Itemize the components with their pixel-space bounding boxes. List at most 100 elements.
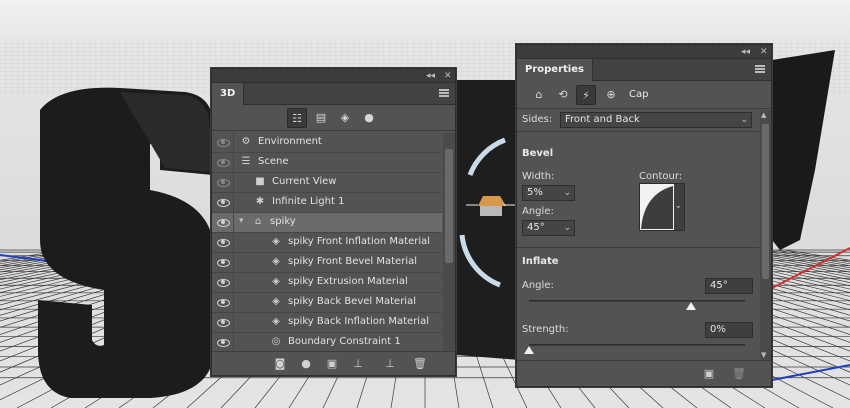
inflate-angle-value: 45° — [710, 280, 728, 291]
bevel-title: Bevel — [522, 148, 554, 159]
visibility-eye-icon[interactable] — [212, 253, 234, 272]
filter-bar: ☷ ▤ ◈ ● — [212, 105, 455, 131]
bevel-width-field[interactable]: 5% ⌄ — [522, 185, 575, 201]
collapse-icon[interactable]: ◂◂ — [741, 46, 750, 58]
scrollbar-thumb[interactable] — [445, 149, 453, 263]
material-icon: ◈ — [272, 256, 280, 267]
visibility-eye-icon[interactable] — [212, 273, 234, 292]
scene-row[interactable]: ◈ spiky Extrusion Material — [212, 273, 442, 293]
scene-row-label: spiky Extrusion Material — [288, 276, 408, 287]
inflate-strength-value: 0% — [710, 324, 726, 335]
panel-3d-titlebar: ◂◂ ✕ — [212, 69, 455, 83]
material-filter-icon[interactable]: ◈ — [335, 108, 355, 128]
chevron-down-icon: ⌄ — [674, 201, 682, 211]
constraint-icon: ◎ — [271, 336, 281, 347]
contour-curve-icon — [641, 186, 673, 229]
scene-row-label: Current View — [272, 176, 337, 187]
contour-preview — [640, 184, 674, 230]
sides-value: Front and Back — [565, 114, 640, 125]
scene-list-scrollbar[interactable] — [443, 133, 455, 351]
inflate-angle-slider-thumb[interactable] — [686, 302, 696, 310]
chevron-down-icon[interactable]: ▾ — [239, 216, 244, 226]
scene-row-label: spiky Back Bevel Material — [288, 296, 416, 307]
render-icon[interactable]: ▣ — [701, 366, 717, 382]
visibility-eye-icon[interactable] — [212, 333, 234, 351]
collapse-icon[interactable]: ◂◂ — [426, 70, 435, 82]
trash-icon[interactable]: 🗑 — [731, 366, 747, 382]
scene-row-label: spiky Front Inflation Material — [288, 236, 431, 247]
deform-mode-icon[interactable]: ⟲ — [553, 85, 573, 105]
coordinates-mode-icon[interactable]: ⊕ — [601, 85, 621, 105]
tab-3d[interactable]: 3D — [212, 83, 245, 105]
scene-row-label: spiky Back Inflation Material — [288, 316, 429, 327]
visibility-eye-icon[interactable] — [212, 293, 234, 312]
render-icon[interactable]: ▣ — [324, 356, 340, 372]
trash-icon[interactable]: 🗑 — [412, 356, 428, 372]
tab-properties[interactable]: Properties — [517, 59, 593, 81]
inflate-strength-slider-thumb[interactable] — [524, 346, 534, 354]
mesh-filter-icon[interactable]: ▤ — [311, 108, 331, 128]
3d-panel: ◂◂ ✕ 3D ☷ ▤ ◈ ● ⚙ Environment ☰ Scene ■ Curre… — [211, 68, 456, 376]
scene-row[interactable]: ✱ Infinite Light 1 — [212, 193, 442, 213]
inflate-strength-input[interactable]: 0% — [705, 322, 753, 338]
close-icon[interactable]: ✕ — [444, 70, 452, 82]
environment-icon: ⚙ — [241, 136, 251, 147]
visibility-eye-icon[interactable] — [212, 133, 234, 152]
drop-to-plane-icon[interactable]: ⊥ — [382, 356, 398, 372]
scroll-down-icon[interactable]: ▼ — [761, 351, 766, 359]
bevel-angle-label: Angle: — [522, 206, 554, 217]
scene-row[interactable]: ⚙ Environment — [212, 133, 442, 153]
visibility-eye-icon[interactable] — [212, 313, 234, 332]
light-filter-icon[interactable]: ● — [359, 108, 379, 128]
material-icon: ◈ — [272, 236, 280, 247]
scrollbar-thumb[interactable] — [762, 124, 769, 279]
properties-panel: ◂◂ ✕ Properties ⌂ ⟲ ⚡ ⊕ Cap Sides: Front… — [516, 44, 772, 387]
material-icon: ◈ — [272, 316, 280, 327]
properties-footer: ▣ 🗑 — [517, 360, 771, 386]
scene-layer-list[interactable]: ⚙ Environment ☰ Scene ■ Current View ✱ Infinite… — [212, 133, 442, 351]
cap-mode-icon[interactable]: ⚡ — [576, 85, 596, 105]
scene-row-label: Scene — [258, 156, 289, 167]
panel-menu-icon[interactable] — [755, 65, 765, 73]
scroll-up-icon[interactable]: ▲ — [761, 111, 766, 119]
scene-filter-icon[interactable]: ☷ — [287, 108, 307, 128]
inflate-strength-label: Strength: — [522, 324, 569, 335]
inflate-angle-slider[interactable] — [529, 300, 745, 302]
inflate-strength-slider[interactable] — [529, 344, 745, 346]
panel-3d-tabbar: 3D — [212, 83, 455, 105]
panel-menu-icon[interactable] — [439, 89, 449, 97]
visibility-eye-icon[interactable] — [212, 153, 234, 172]
light-add-icon[interactable]: ◙ — [272, 356, 288, 372]
close-icon[interactable]: ✕ — [760, 46, 768, 58]
visibility-eye-icon[interactable] — [212, 213, 234, 232]
properties-scrollbar[interactable]: ▲ ▼ — [760, 110, 771, 360]
sides-dropdown[interactable]: Front and Back ⌄ — [560, 112, 752, 128]
mesh-mode-icon[interactable]: ⌂ — [529, 85, 549, 105]
scene-row[interactable]: ▾ ⌂ spiky — [212, 213, 442, 233]
bevel-angle-field[interactable]: 45° ⌄ — [522, 220, 575, 236]
scene-row[interactable]: ■ Current View — [212, 173, 442, 193]
scene-row[interactable]: ☰ Scene — [212, 153, 442, 173]
scene-row[interactable]: ◈ spiky Front Bevel Material — [212, 253, 442, 273]
material-icon: ◈ — [272, 276, 280, 287]
scene-row-label: Environment — [258, 136, 322, 147]
contour-picker[interactable]: ⌄ — [639, 183, 685, 231]
bevel-angle-value: 45° — [527, 222, 545, 233]
scene-row-label: spiky — [270, 216, 296, 227]
visibility-eye-icon[interactable] — [212, 193, 234, 212]
new-light-icon[interactable]: ● — [298, 356, 314, 372]
material-icon: ◈ — [272, 296, 280, 307]
scene-row[interactable]: ◈ spiky Back Bevel Material — [212, 293, 442, 313]
properties-tabbar: Properties — [517, 59, 771, 81]
sides-row: Sides: Front and Back ⌄ — [517, 110, 759, 132]
visibility-eye-icon[interactable] — [212, 233, 234, 252]
scene-row[interactable]: ◈ spiky Back Inflation Material — [212, 313, 442, 333]
mode-label: Cap — [629, 89, 649, 100]
cap-properties: Sides: Front and Back ⌄ Bevel Width: 5% … — [517, 110, 759, 360]
scene-row[interactable]: ◎ Boundary Constraint 1 — [212, 333, 442, 351]
ground-icon[interactable]: ⊥ — [350, 356, 366, 372]
visibility-eye-icon[interactable] — [212, 173, 234, 192]
properties-mode-bar: ⌂ ⟲ ⚡ ⊕ Cap — [517, 81, 771, 109]
inflate-angle-input[interactable]: 45° — [705, 278, 753, 294]
scene-row[interactable]: ◈ spiky Front Inflation Material — [212, 233, 442, 253]
